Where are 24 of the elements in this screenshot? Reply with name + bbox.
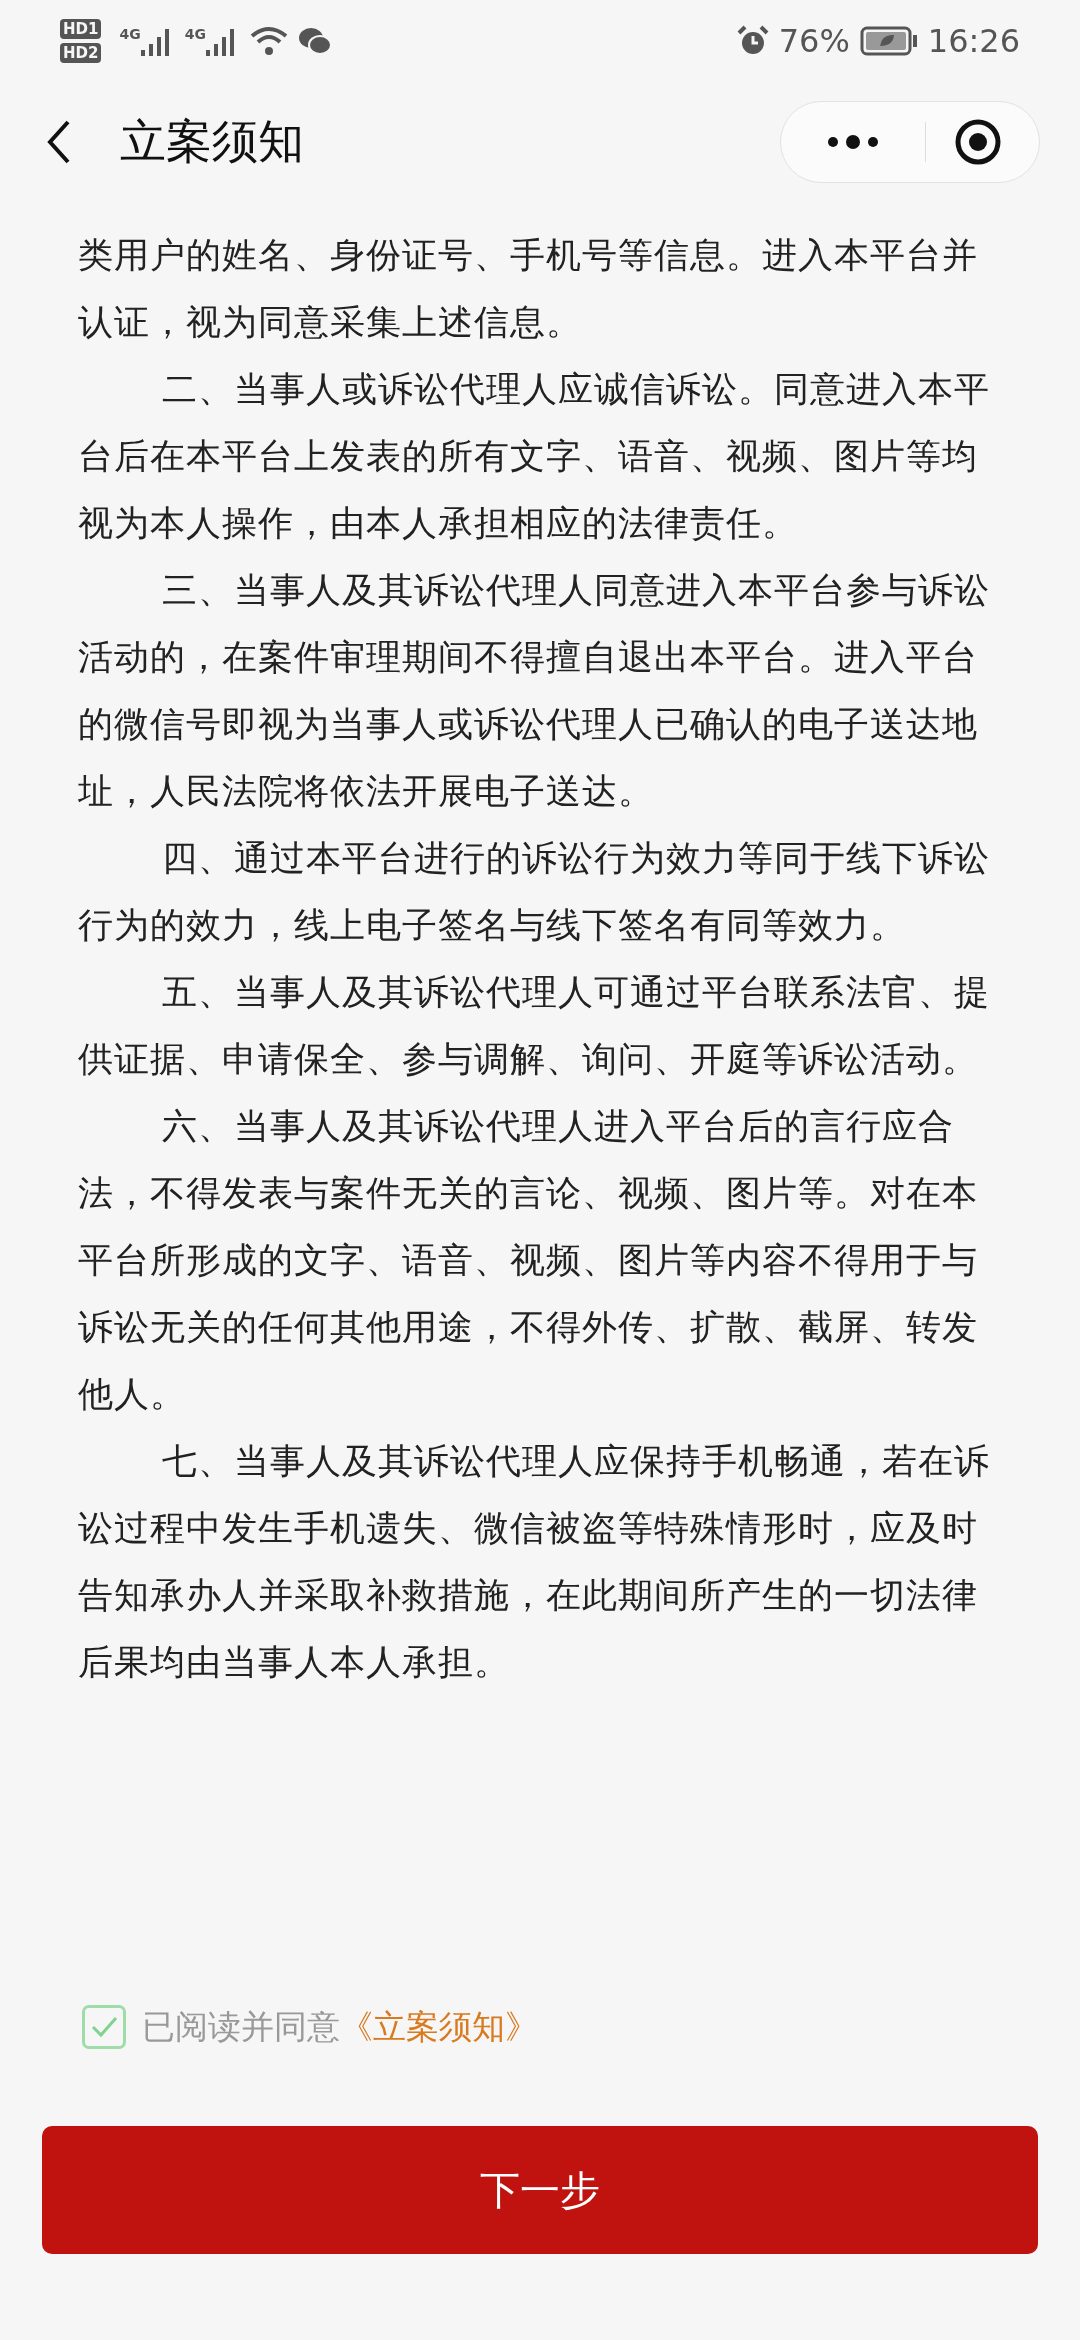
more-icon[interactable] (825, 134, 881, 150)
alarm-icon (736, 25, 769, 57)
sim-label: HD1 (60, 19, 102, 39)
notice-paragraph: 四、通过本平台进行的诉讼行为效力等同于线下诉讼行为的效力，线上电子签名与线下签名有同等效力。 (78, 837, 991, 947)
network-label: 4G (184, 26, 206, 42)
agree-checkbox[interactable] (82, 2005, 126, 2049)
sim-label: HD2 (60, 43, 102, 63)
notice-paragraph: 二、当事人或诉讼代理人应诚信诉讼。同意进入本平台后在本平台上发表的所有文字、语音、视频、图片等均视为本人操作，由本人承担相应的法律责任。 (78, 368, 991, 545)
next-button[interactable]: 下一步 (42, 2126, 1038, 2254)
chat-bubbles-icon (297, 26, 332, 56)
battery-icon (859, 26, 918, 56)
notice-paragraph: 七、当事人及其诉讼代理人应保持手机畅通，若在诉讼过程中发生手机遗失、微信被盗等特殊情形时，应及时告知承办人并采取补救措施，在此期间所产生的一切法律后果均由当事人本人承担。 (78, 1440, 991, 1684)
back-icon[interactable] (46, 119, 72, 165)
page-title: 立案须知 (120, 113, 305, 170)
notice-paragraph: 六、当事人及其诉讼代理人进入平台后的言行应合法，不得发表与案件无关的言论、视频、图片等。对在本平台所形成的文字、语音、视频、图片等内容不得用于与诉讼无关的任何其他用途，不得外传、扩散、截屏、转发他人。 (78, 1105, 979, 1416)
notice-paragraph: 五、当事人及其诉讼代理人可通过平台联系法官、提供证据、申请保全、参与调解、询问、开庭等诉讼活动。 (78, 971, 991, 1081)
close-target-icon[interactable] (954, 118, 1002, 166)
notice-paragraph: 三、当事人及其诉讼代理人同意进入本平台参与诉讼活动的，在案件审理期间不得擅自退出本平台。进入平台的微信号即视为当事人或诉讼代理人已确认的电子送达地址，人民法院将依法开展电子送达。 (78, 569, 991, 813)
battery-percent: 76% (778, 22, 850, 60)
network-label: 4G (119, 26, 141, 42)
notice-paragraph: 类用户的姓名、身份证号、手机号等信息。进入本平台并认证，视为同意采集上述信息。 (78, 234, 979, 344)
wifi-icon (249, 26, 288, 56)
agree-label: 已阅读并同意 (142, 2005, 340, 2048)
clock-time: 16:26 (927, 22, 1020, 60)
